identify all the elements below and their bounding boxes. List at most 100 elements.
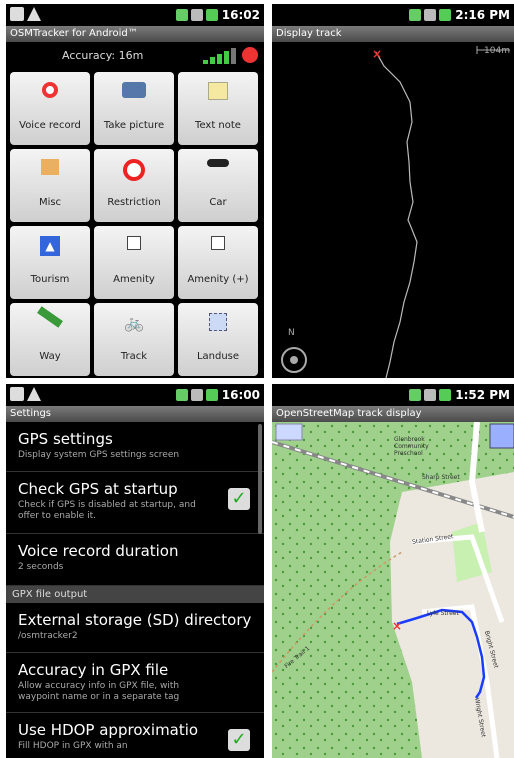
track-line	[375, 51, 418, 378]
signal-icon	[190, 389, 203, 401]
map-label: Lyle Street	[427, 610, 459, 617]
screen-title: OpenStreetMap track display	[272, 406, 514, 422]
setting-summary: Check if GPS is disabled at startup, and…	[18, 500, 196, 521]
signal-icon	[424, 9, 437, 21]
setting-summary: Fill HDOP in GPX with an	[18, 741, 128, 751]
setting-title: GPS settings	[18, 430, 113, 448]
accuracy-label: Accuracy: 16m	[62, 49, 144, 62]
signal-icon	[424, 389, 437, 401]
tag-button-voice-record[interactable]: Voice record	[10, 72, 90, 145]
map-label: Sharp Street	[422, 474, 460, 481]
north-label: N	[288, 328, 295, 338]
landuse-icon	[209, 313, 227, 331]
tag-button-label: Take picture	[103, 120, 165, 131]
gps-icon	[175, 389, 188, 401]
tag-button-label: Amenity (+)	[187, 274, 249, 285]
battery-icon	[439, 9, 452, 21]
setting-check-gps[interactable]: Check GPS at startup Check if GPS is dis…	[6, 472, 264, 534]
tag-button-tourism[interactable]: ▲ Tourism	[10, 226, 90, 299]
clock: 2:16 PM	[455, 8, 510, 22]
tag-button-landuse[interactable]: Landuse	[178, 303, 258, 376]
tag-button-car[interactable]: Car	[178, 149, 258, 222]
accuracy-row: Accuracy: 16m	[6, 42, 264, 70]
tag-button-way[interactable]: Way	[10, 303, 90, 376]
tag-button-track[interactable]: 🚲 Track	[94, 303, 174, 376]
map-label: Glenbrook Community Preschool	[394, 436, 429, 457]
zoom-in-icon[interactable]	[489, 423, 514, 449]
settings-screen: 16:00 Settings GPS settings Display syst…	[6, 384, 264, 758]
box-icon	[41, 159, 59, 175]
warning-icon	[27, 7, 41, 21]
tag-button-label: Tourism	[30, 274, 70, 285]
clock: 16:00	[221, 388, 260, 402]
checkbox-checked-icon[interactable]: ✓	[228, 488, 250, 510]
car-icon	[207, 159, 229, 167]
setting-gps-settings[interactable]: GPS settings Display system GPS settings…	[6, 422, 264, 472]
app-title: OSMTracker for Android™	[6, 26, 264, 42]
setting-storage-dir[interactable]: External storage (SD) directory /osmtrac…	[6, 603, 264, 653]
setting-summary: 2 seconds	[18, 562, 64, 572]
setting-title: Accuracy in GPX file	[18, 661, 169, 679]
notepad-icon	[208, 82, 228, 100]
setting-title: External storage (SD) directory	[18, 611, 252, 629]
scrollbar[interactable]	[258, 424, 262, 534]
battery-icon	[205, 9, 218, 21]
tag-button-misc[interactable]: Misc	[10, 149, 90, 222]
gps-icon	[409, 9, 422, 21]
setting-summary: Allow accuracy info in GPX file, with wa…	[18, 681, 180, 702]
tag-button-label: Way	[39, 351, 61, 362]
camera-icon	[122, 82, 146, 98]
tag-button-label: Track	[120, 351, 148, 362]
tag-button-label: Voice record	[19, 120, 81, 131]
setting-accuracy-gpx[interactable]: Accuracy in GPX file Allow accuracy info…	[6, 653, 264, 713]
status-bar: 2:16 PM	[272, 4, 514, 26]
clock: 1:52 PM	[455, 388, 510, 402]
track-canvas[interactable]: ×	[272, 42, 514, 378]
clock: 16:02	[221, 8, 260, 22]
osmtracker-main-screen: 16:02 OSMTracker for Android™ Accuracy: …	[6, 4, 264, 378]
bicycle-icon: 🚲	[124, 313, 144, 332]
scale-label: 104m	[484, 46, 510, 56]
tag-button-restriction[interactable]: Restriction	[94, 149, 174, 222]
tag-button-label: Restriction	[107, 197, 161, 208]
setting-summary: Display system GPS settings screen	[18, 450, 180, 460]
start-marker-icon: ×	[392, 619, 402, 633]
start-marker-icon: ×	[372, 47, 382, 61]
signal-icon	[190, 9, 203, 21]
way-icon	[37, 306, 63, 328]
battery-icon	[439, 389, 452, 401]
tag-button-label: Landuse	[196, 351, 240, 362]
zoom-out-icon[interactable]	[275, 423, 303, 441]
no-entry-icon	[123, 159, 145, 181]
usb-icon	[10, 387, 24, 401]
tag-button-take-picture[interactable]: Take picture	[94, 72, 174, 145]
screen-title: Display track	[272, 26, 514, 42]
screen-title: Settings	[6, 406, 264, 422]
tag-button-label: Car	[209, 197, 227, 208]
tag-button-grid: Voice record Take picture Text note Misc Res…	[10, 72, 260, 376]
tag-button-amenity[interactable]: Amenity	[94, 226, 174, 299]
gps-icon	[175, 9, 188, 21]
setting-title: Voice record duration	[18, 542, 179, 560]
status-bar: 1:52 PM	[272, 384, 514, 406]
setting-title: Use HDOP approximatio	[18, 721, 199, 739]
tag-button-label: Amenity	[113, 274, 155, 285]
osm-map-screen: 1:52 PM OpenStreetMap track display × Gl…	[272, 384, 514, 758]
battery-icon	[205, 389, 218, 401]
setting-summary: /osmtracker2	[18, 631, 78, 641]
gps-signal-icon	[203, 48, 236, 64]
tag-button-amenity[interactable]: Amenity (+)	[178, 226, 258, 299]
tag-button-text-note[interactable]: Text note	[178, 72, 258, 145]
status-bar: 16:02	[6, 4, 264, 26]
setting-voice-duration[interactable]: Voice record duration 2 seconds	[6, 534, 264, 586]
amenity-plus-icon	[211, 236, 225, 250]
status-bar: 16:00	[6, 384, 264, 406]
microphone-icon	[42, 82, 58, 98]
checkbox-checked-icon[interactable]: ✓	[228, 729, 250, 751]
display-track-screen: 2:16 PM Display track × 104m N	[272, 4, 514, 378]
tourism-icon: ▲	[40, 236, 60, 256]
section-header: GPX file output	[6, 586, 264, 603]
amenity-icon	[127, 236, 141, 250]
gps-icon	[409, 389, 422, 401]
setting-hdop[interactable]: Use HDOP approximatio Fill HDOP in GPX w…	[6, 713, 264, 758]
